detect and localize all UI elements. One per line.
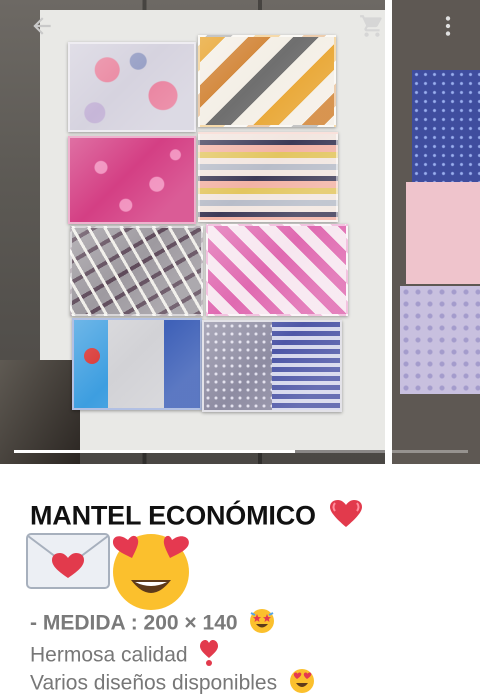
product-photo[interactable] xyxy=(0,0,385,464)
size-line: - MEDIDA : 200 × 140 xyxy=(30,608,275,640)
tablecloth-patchwork-purple xyxy=(202,320,342,412)
tablecloth-chevron-yellow xyxy=(198,35,336,127)
quality-text: Hermosa calidad xyxy=(30,643,188,667)
next-product-photo[interactable] xyxy=(392,0,480,464)
size-text: - MEDIDA : 200 × 140 xyxy=(30,611,238,635)
star-struck-emoji xyxy=(249,608,275,640)
more-vert-icon xyxy=(445,16,451,36)
cart-button[interactable] xyxy=(354,8,390,44)
cart-icon xyxy=(360,15,382,37)
gallery-progress-fill xyxy=(14,450,296,453)
tablecloth-stripes-multicolor xyxy=(198,132,338,222)
tablecloth-patchwork-blue xyxy=(72,318,202,410)
product-details: MANTEL ECONÓMICO - MEDIDA : 200 × 140 He… xyxy=(0,464,480,698)
designs-text: Varios diseños disponibles xyxy=(30,671,278,695)
tablecloth-abstract-gray xyxy=(70,226,203,316)
tablecloth-floral-pink xyxy=(68,42,196,132)
heart-emoji xyxy=(329,499,363,536)
envelope-heart-emoji xyxy=(26,532,110,590)
gallery-progress-track xyxy=(14,450,468,453)
designs-line: Varios diseños disponibles xyxy=(30,668,315,698)
heart-eyes-face-emoji-small xyxy=(289,668,315,698)
more-options-button[interactable] xyxy=(430,8,466,44)
arrow-back-icon xyxy=(33,17,51,35)
back-button[interactable] xyxy=(24,8,60,44)
heart-eyes-face-emoji xyxy=(106,524,196,614)
image-gallery[interactable] xyxy=(0,0,480,464)
floor-shadow xyxy=(0,360,80,464)
product-title: MANTEL ECONÓMICO xyxy=(30,499,363,536)
tablecloth-diamond-pink xyxy=(206,224,348,316)
tablecloth-damask-magenta xyxy=(68,136,196,224)
